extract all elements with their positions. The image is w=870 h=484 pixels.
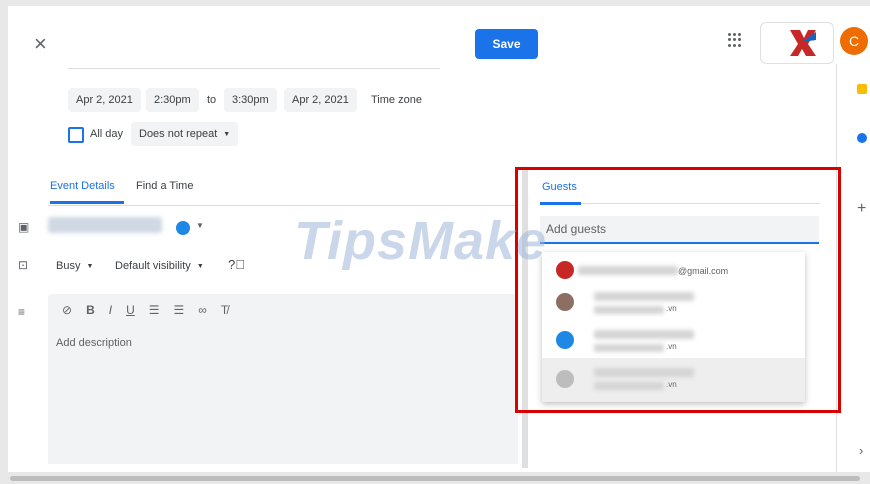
to-label: to — [207, 94, 217, 106]
expand-panel-icon[interactable]: › — [859, 443, 863, 458]
active-tab-indicator — [50, 201, 124, 204]
avatar[interactable]: C — [840, 27, 868, 55]
link-icon[interactable]: ∞ — [198, 303, 207, 317]
all-day-checkbox[interactable] — [68, 127, 84, 143]
attachment-icon[interactable]: ⊘ — [62, 303, 72, 317]
visibility-value: Default visibility — [115, 260, 191, 272]
italic-icon[interactable]: I — [109, 303, 112, 317]
tabs-divider — [48, 205, 518, 206]
underline-icon[interactable]: U — [126, 303, 135, 317]
end-date-field[interactable]: Apr 2, 2021 — [284, 88, 357, 112]
close-icon[interactable]: × — [34, 33, 47, 55]
visibility-select[interactable]: Default visibility ▼ — [107, 254, 212, 278]
apps-grid-icon[interactable] — [728, 33, 742, 47]
description-icon: ≡ — [18, 305, 26, 319]
timezone-button[interactable]: Time zone — [371, 94, 422, 106]
add-addon-icon[interactable]: + — [857, 200, 866, 218]
event-color-picker[interactable] — [176, 221, 190, 235]
end-time-field[interactable]: 3:30pm — [224, 88, 277, 112]
description-box[interactable] — [48, 294, 518, 464]
scrollbar-thumb[interactable] — [10, 476, 860, 481]
clear-formatting-icon[interactable]: T̸ — [221, 303, 228, 317]
start-time-field[interactable]: 2:30pm — [146, 88, 199, 112]
chevron-down-icon: ▼ — [223, 130, 231, 138]
description-placeholder: Add description — [56, 337, 132, 349]
tab-event-details[interactable]: Event Details — [50, 180, 115, 192]
bold-icon[interactable]: B — [86, 303, 95, 317]
chevron-down-icon[interactable]: ▼ — [196, 221, 204, 230]
repeat-value: Does not repeat — [139, 128, 218, 140]
bulleted-list-icon[interactable]: ☰ — [174, 303, 185, 317]
numbered-list-icon[interactable]: ☰ — [149, 303, 160, 317]
repeat-select[interactable]: Does not repeat ▼ — [131, 122, 239, 146]
save-button[interactable]: Save — [475, 29, 538, 59]
all-day-label: All day — [90, 128, 124, 140]
formatting-toolbar: ⊘ B I U ☰ ☰ ∞ T̸ — [62, 303, 228, 317]
busy-value: Busy — [56, 260, 81, 272]
chevron-down-icon: ▼ — [196, 262, 204, 270]
tab-find-a-time[interactable]: Find a Time — [136, 180, 193, 192]
help-icon[interactable]: ?⃝ — [228, 257, 245, 272]
title-field-underline — [68, 68, 440, 69]
chevron-down-icon: ▼ — [86, 262, 94, 270]
horizontal-scrollbar[interactable] — [0, 472, 870, 484]
brand-logo-icon — [790, 30, 816, 56]
highlight-box — [515, 167, 841, 413]
window-frame-left — [0, 0, 8, 484]
calendar-icon: ▣ — [18, 220, 30, 234]
watermark: TipsMake — [294, 211, 548, 271]
calendar-select-blurred[interactable] — [48, 217, 162, 233]
briefcase-icon: ⊡ — [18, 258, 29, 272]
keep-icon[interactable] — [857, 84, 867, 94]
busy-select[interactable]: Busy ▼ — [48, 254, 102, 278]
window-frame-top — [0, 0, 870, 6]
start-date-field[interactable]: Apr 2, 2021 — [68, 88, 141, 112]
tasks-icon[interactable] — [857, 133, 867, 143]
